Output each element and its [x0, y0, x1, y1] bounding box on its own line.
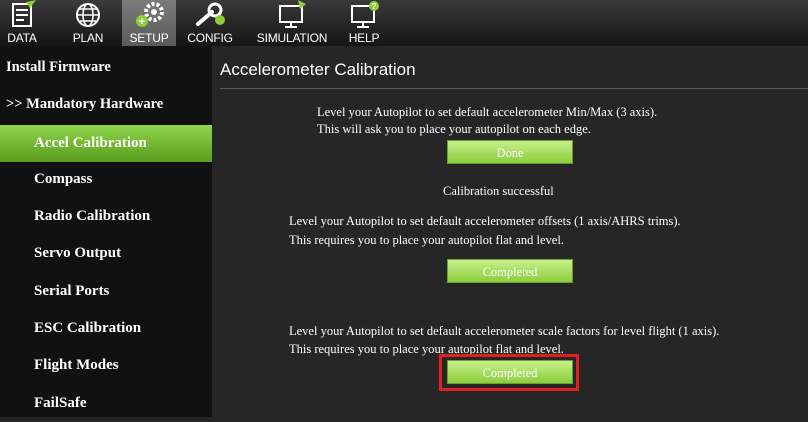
monitor-help-icon: ?	[351, 1, 379, 28]
sidebar-item-accel-calibration[interactable]: Accel Calibration	[0, 125, 246, 162]
sidebar-item-label: Radio Calibration	[34, 208, 151, 224]
globe-icon	[76, 3, 100, 27]
title-divider	[220, 88, 808, 89]
sidebar-item-label: Accel Calibration	[34, 135, 147, 151]
sidebar-item-label: Servo Output	[34, 245, 122, 261]
main-panel: Accelerometer Calibration Level your Aut…	[212, 46, 808, 417]
toolbar-data-button[interactable]: DATA	[0, 0, 44, 46]
sidebar-item-label: FailSafe	[34, 395, 87, 411]
sidebar-item-label: >> Mandatory Hardware	[6, 96, 164, 112]
sidebar-item-label: Compass	[34, 171, 93, 187]
toolbar-config-button[interactable]: CONFIG	[184, 0, 236, 46]
toolbar-label: PLAN	[72, 31, 104, 45]
sidebar-item-label: Install Firmware	[6, 59, 111, 75]
done-button[interactable]: Done	[447, 140, 573, 164]
sidebar-item-servo-output[interactable]: Servo Output	[0, 235, 246, 272]
toolbar-label: DATA	[7, 31, 37, 45]
sidebar-item-install-firmware[interactable]: Install Firmware	[0, 49, 218, 86]
section2-instruction-line1: Level your Autopilot to set default acce…	[289, 214, 681, 228]
monitor-plane-icon	[279, 0, 306, 28]
toolbar-setup-button[interactable]: + SETUP	[122, 0, 176, 46]
svg-text:?: ?	[372, 2, 377, 11]
calibration-status: Calibration successful	[443, 184, 554, 198]
sidebar: Install Firmware >> Mandatory Hardware A…	[0, 46, 246, 417]
sidebar-item-esc-calibration[interactable]: ESC Calibration	[0, 310, 246, 347]
section1-instruction-line1: Level your Autopilot to set default acce…	[317, 105, 658, 119]
sidebar-item-label: ESC Calibration	[34, 320, 142, 336]
toolbar-label: CONFIG	[187, 31, 233, 45]
sidebar-item-serial-ports[interactable]: Serial Ports	[0, 273, 246, 310]
svg-text:+: +	[139, 16, 145, 28]
data-icon	[12, 0, 36, 27]
toolbar-label: SIMULATION	[256, 31, 328, 45]
wrench-icon	[196, 2, 225, 26]
sidebar-item-label: Flight Modes	[34, 357, 119, 373]
toolbar-plan-button[interactable]: PLAN	[62, 0, 114, 46]
red-highlight-box	[439, 354, 579, 391]
section2-instruction-line2: This requires you to place your autopilo…	[289, 233, 564, 247]
top-toolbar: DATA PLAN + SETUP CONFIG SIMULATION ? HE…	[0, 0, 808, 46]
sidebar-item-compass[interactable]: Compass	[0, 161, 246, 198]
sidebar-item-mandatory-hardware[interactable]: >> Mandatory Hardware	[0, 86, 218, 123]
gears-icon: +	[136, 2, 164, 28]
section3-instruction-line1: Level your Autopilot to set default acce…	[289, 324, 720, 338]
toolbar-help-button[interactable]: ? HELP	[342, 0, 386, 46]
sidebar-item-flight-modes[interactable]: Flight Modes	[0, 347, 246, 384]
sidebar-item-label: Serial Ports	[34, 283, 110, 299]
page-title: Accelerometer Calibration	[220, 60, 416, 79]
section1-instruction-line2: This will ask you to place your autopilo…	[317, 122, 591, 136]
sidebar-item-failsafe[interactable]: FailSafe	[0, 385, 246, 422]
offsets-completed-button[interactable]: Completed	[447, 259, 573, 283]
sidebar-item-radio-calibration[interactable]: Radio Calibration	[0, 198, 246, 235]
toolbar-simulation-button[interactable]: SIMULATION	[250, 0, 334, 46]
toolbar-label: SETUP	[129, 31, 169, 45]
toolbar-label: HELP	[348, 31, 380, 45]
